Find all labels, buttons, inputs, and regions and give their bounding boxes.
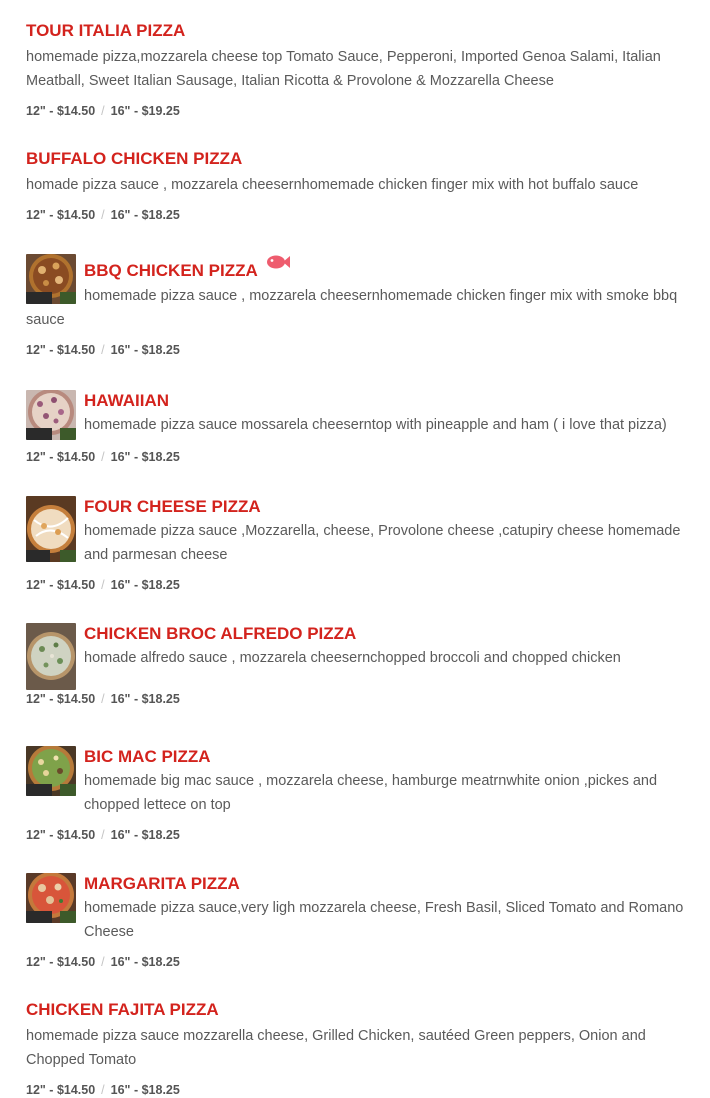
item-photo[interactable] bbox=[26, 254, 76, 304]
price-separator: / bbox=[101, 343, 105, 357]
item-prices: 12" - $14.50 / 16" - $18.25 bbox=[26, 207, 686, 223]
price-separator: / bbox=[101, 578, 105, 592]
item-title[interactable]: CHICKEN BROC ALFREDO PIZZA bbox=[84, 623, 686, 645]
price-16-inch: 16" - $18.25 bbox=[110, 1083, 180, 1097]
price-16-inch: 16" - $18.25 bbox=[110, 450, 180, 464]
item-title[interactable]: CHICKEN FAJITA PIZZA bbox=[26, 999, 686, 1021]
item-prices: 12" - $14.50 / 16" - $18.25 bbox=[26, 954, 686, 970]
fish-icon bbox=[266, 254, 290, 275]
menu-item: FOUR CHEESE PIZZA homemade pizza sauce ,… bbox=[26, 496, 686, 593]
item-description: homemade pizza sauce,very ligh mozzarela… bbox=[84, 900, 684, 940]
price-12-inch: 12" - $14.50 bbox=[26, 828, 96, 842]
item-title[interactable]: BIC MAC PIZZA bbox=[84, 746, 686, 768]
item-prices: 12" - $14.50 / 16" - $19.25 bbox=[26, 103, 686, 119]
item-prices: 12" - $14.50 / 16" - $18.25 bbox=[26, 342, 686, 358]
price-12-inch: 12" - $14.50 bbox=[26, 104, 96, 118]
item-title[interactable]: HAWAIIAN bbox=[84, 390, 686, 412]
item-prices: 12" - $14.50 / 16" - $18.25 bbox=[26, 691, 686, 707]
item-title[interactable]: FOUR CHEESE PIZZA bbox=[84, 496, 686, 518]
item-description: homemade pizza sauce ,Mozzarella, cheese… bbox=[84, 523, 681, 563]
menu-item: BIC MAC PIZZA homemade big mac sauce , m… bbox=[26, 746, 686, 843]
item-title[interactable]: BUFFALO CHICKEN PIZZA bbox=[26, 148, 686, 170]
item-photo[interactable] bbox=[26, 390, 76, 440]
price-12-inch: 12" - $14.50 bbox=[26, 692, 96, 706]
price-16-inch: 16" - $18.25 bbox=[110, 208, 180, 222]
price-16-inch: 16" - $18.25 bbox=[110, 343, 180, 357]
item-description: homemade pizza sauce mossarela cheesernt… bbox=[84, 417, 667, 433]
price-12-inch: 12" - $14.50 bbox=[26, 208, 96, 222]
item-description: homemade pizza,mozzarela cheese top Toma… bbox=[26, 49, 661, 89]
item-title[interactable]: TOUR ITALIA PIZZA bbox=[26, 20, 686, 42]
price-12-inch: 12" - $14.50 bbox=[26, 955, 96, 969]
price-16-inch: 16" - $18.25 bbox=[110, 828, 180, 842]
item-description: homade pizza sauce , mozzarela cheesernh… bbox=[26, 177, 639, 193]
item-description: homade alfredo sauce , mozzarela cheeser… bbox=[84, 650, 621, 666]
item-photo[interactable] bbox=[26, 623, 76, 690]
menu-item: CHICKEN FAJITA PIZZA homemade pizza sauc… bbox=[26, 999, 686, 1098]
item-description: homemade pizza sauce , mozzarela cheeser… bbox=[26, 288, 678, 328]
price-16-inch: 16" - $18.25 bbox=[110, 692, 180, 706]
item-photo[interactable] bbox=[26, 496, 76, 562]
menu-item: TOUR ITALIA PIZZA homemade pizza,mozzare… bbox=[26, 20, 686, 119]
price-separator: / bbox=[101, 450, 105, 464]
item-description: homemade big mac sauce , mozzarela chees… bbox=[84, 773, 658, 813]
menu-item: BBQ CHICKEN PIZZA homemade pizza sauce ,… bbox=[26, 254, 686, 358]
item-prices: 12" - $14.50 / 16" - $18.25 bbox=[26, 577, 686, 593]
price-12-inch: 12" - $14.50 bbox=[26, 578, 96, 592]
item-description: homemade pizza sauce mozzarella cheese, … bbox=[26, 1028, 646, 1068]
price-separator: / bbox=[101, 1083, 105, 1097]
menu-item: BUFFALO CHICKEN PIZZA homade pizza sauce… bbox=[26, 148, 686, 223]
price-12-inch: 12" - $14.50 bbox=[26, 450, 96, 464]
price-separator: / bbox=[101, 104, 105, 118]
price-16-inch: 16" - $19.25 bbox=[110, 104, 180, 118]
price-12-inch: 12" - $14.50 bbox=[26, 343, 96, 357]
price-16-inch: 16" - $18.25 bbox=[110, 578, 180, 592]
price-16-inch: 16" - $18.25 bbox=[110, 955, 180, 969]
item-photo[interactable] bbox=[26, 746, 76, 796]
price-12-inch: 12" - $14.50 bbox=[26, 1083, 96, 1097]
menu-item: CHICKEN BROC ALFREDO PIZZA homade alfred… bbox=[26, 623, 686, 707]
item-title[interactable]: BBQ CHICKEN PIZZA bbox=[84, 261, 258, 280]
price-separator: / bbox=[101, 828, 105, 842]
item-photo[interactable] bbox=[26, 873, 76, 923]
item-title[interactable]: MARGARITA PIZZA bbox=[84, 873, 686, 895]
item-prices: 12" - $14.50 / 16" - $18.25 bbox=[26, 1082, 686, 1098]
menu-item: HAWAIIAN homemade pizza sauce mossarela … bbox=[26, 390, 686, 465]
price-separator: / bbox=[101, 692, 105, 706]
price-separator: / bbox=[101, 955, 105, 969]
item-prices: 12" - $14.50 / 16" - $18.25 bbox=[26, 827, 686, 843]
item-prices: 12" - $14.50 / 16" - $18.25 bbox=[26, 449, 686, 465]
price-separator: / bbox=[101, 208, 105, 222]
menu-item: MARGARITA PIZZA homemade pizza sauce,ver… bbox=[26, 873, 686, 970]
